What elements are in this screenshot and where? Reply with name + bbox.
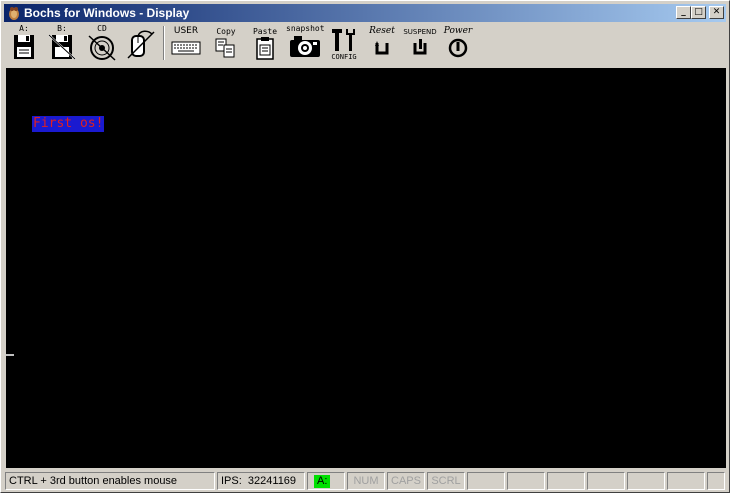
copy-button[interactable]: Copy	[208, 24, 244, 64]
copy-label: Copy	[216, 27, 236, 36]
snapshot-button[interactable]: snapshot	[286, 24, 325, 64]
floppy-b-button[interactable]: B:	[44, 24, 80, 64]
ips-label: IPS:	[221, 475, 242, 487]
config-button[interactable]: CONFIG	[326, 24, 362, 64]
status-empty-4	[587, 472, 625, 490]
floppy-a-label: A:	[19, 24, 29, 33]
close-button[interactable]: ✕	[709, 6, 724, 19]
emulator-display[interactable]: First os!	[6, 68, 726, 468]
paste-button[interactable]: Paste	[247, 24, 283, 64]
cdrom-button[interactable]: CD	[84, 24, 120, 64]
clipboard-icon	[256, 37, 274, 60]
bochs-window: Bochs for Windows - Display _ □ ✕ A: B:	[0, 0, 730, 493]
toolbar-separator	[163, 26, 165, 60]
text-cursor	[6, 354, 14, 356]
drive-led-label: A:	[314, 475, 331, 488]
snapshot-label: snapshot	[286, 24, 325, 33]
cdrom-label: CD	[97, 24, 107, 33]
keyboard-icon	[171, 41, 201, 55]
status-size-grip[interactable]	[707, 472, 725, 490]
status-ips: IPS: 32241169	[217, 472, 305, 490]
config-label: CONFIG	[331, 53, 357, 61]
status-empty-6	[667, 472, 705, 490]
title-bar[interactable]: Bochs for Windows - Display _ □ ✕	[4, 4, 726, 22]
suspend-label: SUSPEND	[403, 28, 437, 36]
floppy-disk-icon	[14, 35, 34, 59]
status-num: NUM	[347, 472, 385, 490]
reset-label: Reset	[369, 26, 395, 36]
camera-icon	[290, 36, 320, 57]
window-title: Bochs for Windows - Display	[24, 6, 190, 20]
copy-icon	[215, 38, 235, 58]
mouse-icon	[127, 30, 155, 59]
display-text: First os!	[32, 116, 105, 132]
minimize-button[interactable]: _	[676, 6, 691, 19]
config-tools-icon	[332, 29, 355, 51]
cdrom-icon	[88, 35, 116, 61]
status-caps: CAPS	[387, 472, 425, 490]
status-empty-3	[547, 472, 585, 490]
paste-label: Paste	[252, 27, 278, 36]
status-empty-1	[467, 472, 505, 490]
power-icon	[448, 38, 468, 58]
bochs-app-icon	[9, 7, 19, 20]
status-bar: CTRL + 3rd button enables mouse IPS: 322…	[4, 471, 726, 490]
floppy-a-button[interactable]: A:	[6, 24, 42, 64]
status-drive-led: A:	[307, 472, 345, 490]
power-label: Power	[443, 26, 473, 36]
user-button[interactable]: USER	[168, 24, 204, 64]
ips-value: 32241169	[247, 475, 297, 487]
maximize-button[interactable]: □	[691, 6, 706, 19]
user-label: USER	[173, 26, 199, 36]
status-empty-2	[507, 472, 545, 490]
suspend-icon	[413, 39, 427, 55]
status-empty-5	[627, 472, 665, 490]
suspend-button[interactable]: SUSPEND	[402, 24, 438, 64]
status-message: CTRL + 3rd button enables mouse	[5, 472, 215, 490]
floppy-b-label: B:	[57, 24, 67, 33]
floppy-disk-icon	[48, 34, 76, 60]
status-scrl: SCRL	[427, 472, 465, 490]
power-button[interactable]: Power	[440, 24, 476, 64]
mouse-capture-button[interactable]	[122, 24, 158, 64]
toolbar: A: B: CD USER Copy Paste snapshot CONFIG…	[4, 24, 726, 64]
reset-button[interactable]: Reset	[364, 24, 400, 64]
reset-icon	[375, 41, 389, 55]
